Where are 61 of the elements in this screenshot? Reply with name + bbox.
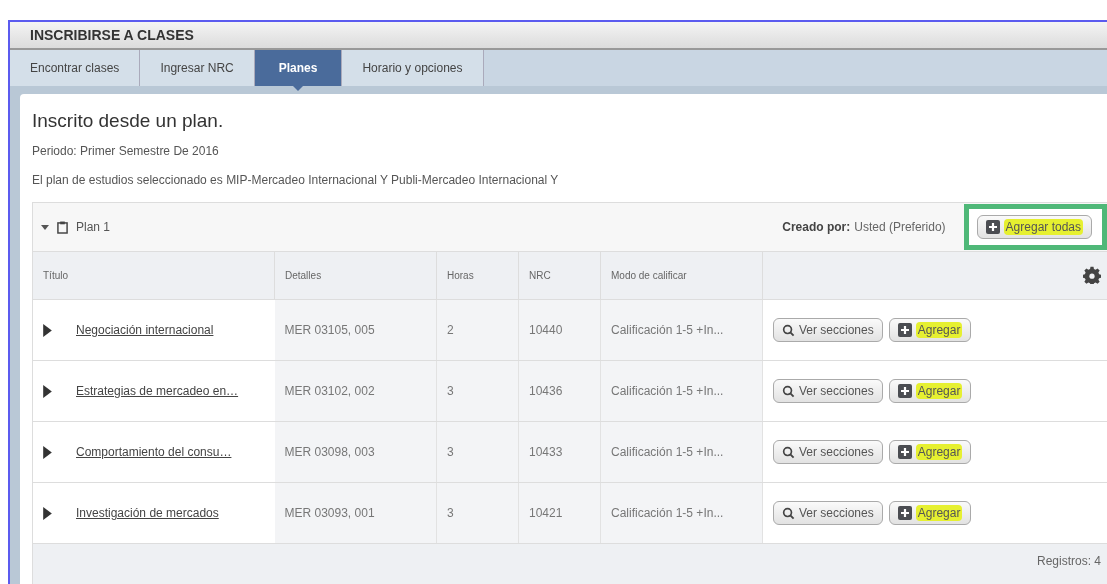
expand-arrow-icon[interactable] xyxy=(43,445,52,459)
table-cell: Calificación 1-5 +In... xyxy=(611,445,724,459)
expand-arrow-icon[interactable] xyxy=(43,384,52,398)
course-title-link[interactable]: Investigación de mercados xyxy=(76,506,219,520)
column-header: Título xyxy=(33,252,275,300)
table-cell: 3 xyxy=(447,384,454,398)
add-button[interactable]: Agregar xyxy=(888,379,972,403)
created-by-label: Creado por: xyxy=(782,220,851,234)
plan-name: Plan 1 xyxy=(76,220,111,234)
table-cell: MER 03102, 002 xyxy=(284,384,375,398)
clipboard-icon xyxy=(57,220,68,234)
column-header: Detalles xyxy=(274,252,437,300)
plus-icon xyxy=(897,445,912,459)
view-sections-button[interactable]: Ver secciones xyxy=(773,440,883,464)
table-cell: Calificación 1-5 +In... xyxy=(611,506,724,520)
table-cell: MER 03098, 003 xyxy=(284,445,375,459)
record-count: Registros: 4 xyxy=(1036,554,1101,570)
course-title-link[interactable]: Comportamiento del consu… xyxy=(76,445,232,459)
column-header: Modo de calificar xyxy=(600,252,763,300)
plus-icon xyxy=(985,220,1000,234)
table-cell: 3 xyxy=(447,506,454,520)
page-heading: Inscrito desde un plan. xyxy=(32,110,225,132)
table-cell: Calificación 1-5 +In... xyxy=(611,384,724,398)
tab[interactable]: Horario y opciones xyxy=(342,50,484,86)
table-cell: MER 03105, 005 xyxy=(284,323,375,337)
view-sections-button[interactable]: Ver secciones xyxy=(773,318,883,342)
column-header: NRC xyxy=(518,252,601,300)
window-title: INSCRIBIRSE A CLASES xyxy=(10,22,1107,50)
view-sections-button[interactable]: Ver secciones xyxy=(773,501,883,525)
plus-icon xyxy=(897,506,912,520)
course-title-link[interactable]: Negociación internacional xyxy=(76,323,214,337)
search-icon xyxy=(782,323,795,337)
add-button[interactable]: Agregar xyxy=(888,318,972,342)
add-button[interactable]: Agregar xyxy=(888,501,972,525)
table-cell: Calificación 1-5 +In... xyxy=(611,323,724,337)
tab[interactable]: Ingresar NRC xyxy=(140,50,255,86)
plus-icon xyxy=(897,384,912,398)
view-sections-button[interactable]: Ver secciones xyxy=(773,379,883,403)
add-button[interactable]: Agregar xyxy=(888,440,972,464)
plan-info-text: El plan de estudios seleccionado es MIP-Mercadeo Internacional Y Publi-Mercadeo Internacional Y xyxy=(32,173,560,187)
search-icon xyxy=(782,445,795,459)
search-icon xyxy=(782,384,795,398)
created-by-value: Usted (Preferido) xyxy=(854,220,946,234)
caret-icon[interactable] xyxy=(41,223,49,231)
add-all-button[interactable]: Agregar todas xyxy=(976,215,1092,239)
table-cell: 10440 xyxy=(529,323,563,337)
table-cell: 10433 xyxy=(529,445,563,459)
course-title-link[interactable]: Estrategias de mercadeo en… xyxy=(76,384,239,398)
settings-icon[interactable] xyxy=(1083,265,1101,284)
table-cell: MER 03093, 001 xyxy=(284,506,375,520)
search-icon xyxy=(782,506,795,520)
table-cell: 10436 xyxy=(529,384,563,398)
table-cell: 10421 xyxy=(529,506,563,520)
expand-arrow-icon[interactable] xyxy=(43,506,52,520)
column-header: Horas xyxy=(436,252,519,300)
plus-icon xyxy=(897,323,912,337)
expand-arrow-icon[interactable] xyxy=(43,323,52,337)
table-cell: 2 xyxy=(447,323,454,337)
table-cell: 3 xyxy=(447,445,454,459)
period-text: Periodo: Primer Semestre De 2016 xyxy=(32,144,220,158)
tab[interactable]: Encontrar clases xyxy=(10,50,141,86)
